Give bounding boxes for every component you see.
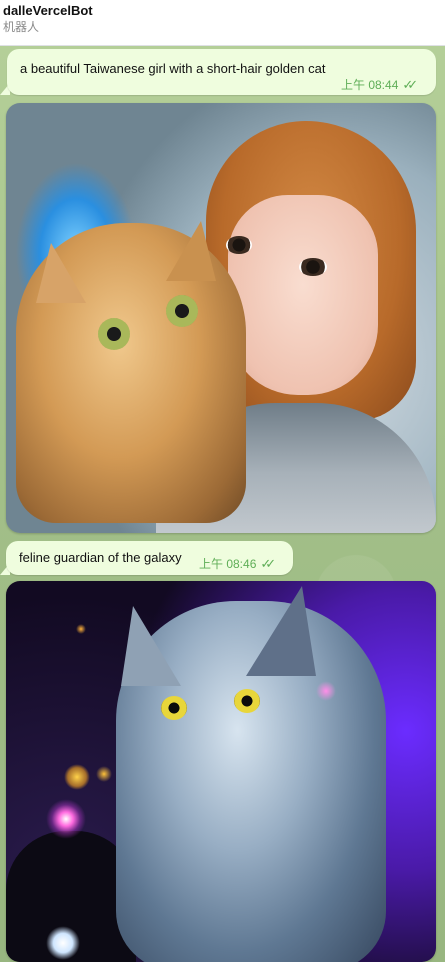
generated-image[interactable] bbox=[6, 581, 436, 962]
message-text: a beautiful Taiwanese girl with a short-… bbox=[20, 61, 326, 76]
image-detail bbox=[161, 696, 187, 720]
image-detail bbox=[98, 318, 130, 350]
image-detail bbox=[64, 764, 90, 790]
chat-subtitle: 机器人 bbox=[3, 20, 40, 34]
image-detail bbox=[226, 236, 252, 254]
outgoing-message[interactable]: feline guardian of the galaxy 上午 08:46 ✓✓ bbox=[6, 541, 293, 575]
image-detail bbox=[46, 926, 80, 960]
image-detail bbox=[316, 681, 336, 701]
message-text: feline guardian of the galaxy bbox=[19, 550, 182, 565]
double-check-icon: ✓✓ bbox=[402, 77, 418, 92]
image-subject-face bbox=[228, 195, 378, 395]
chat-header[interactable]: dalleVercelBot 机器人 bbox=[0, 0, 445, 46]
image-detail bbox=[299, 258, 327, 276]
image-detail bbox=[76, 624, 86, 634]
double-check-icon: ✓✓ bbox=[260, 556, 276, 571]
image-detail bbox=[96, 766, 112, 782]
message-meta: 上午 08:46 ✓✓ bbox=[199, 555, 276, 572]
image-detail bbox=[166, 295, 198, 327]
image-detail bbox=[46, 799, 86, 839]
outgoing-message[interactable]: a beautiful Taiwanese girl with a short-… bbox=[7, 49, 436, 95]
message-time: 上午 08:46 bbox=[199, 557, 257, 571]
generated-image[interactable] bbox=[6, 103, 436, 533]
message-meta: 上午 08:44 ✓✓ bbox=[341, 76, 418, 93]
chat-title[interactable]: dalleVercelBot bbox=[3, 3, 445, 19]
message-time: 上午 08:44 bbox=[341, 78, 399, 92]
image-detail bbox=[234, 689, 260, 713]
